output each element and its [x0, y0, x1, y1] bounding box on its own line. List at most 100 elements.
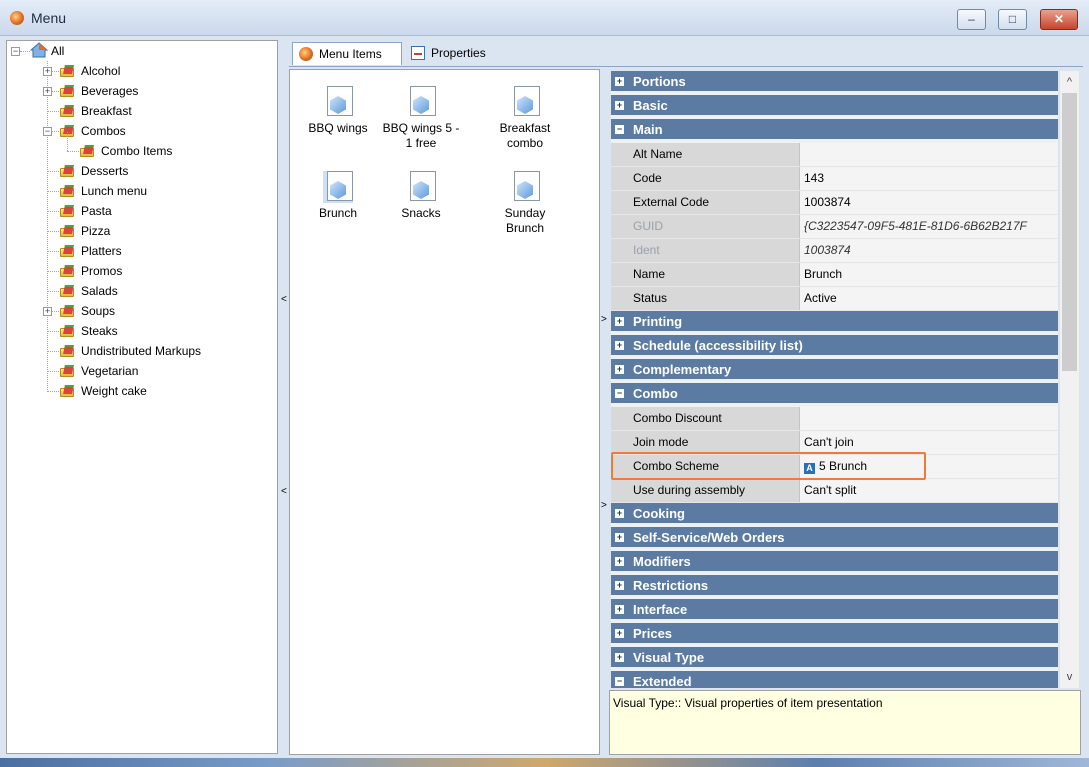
category-label: Portions [633, 74, 686, 89]
menu-item-tile[interactable]: BBQ wings [297, 86, 379, 136]
property-value[interactable]: Can't join [800, 431, 1058, 454]
property-value[interactable]: Brunch [800, 263, 1058, 286]
scroll-down-icon[interactable]: v [1060, 668, 1079, 686]
property-value[interactable]: 1003874 [800, 191, 1058, 214]
property-row[interactable]: External Code 1003874 [611, 191, 1058, 215]
tree-item-label: Combos [81, 124, 126, 138]
category-self-service[interactable]: + Self-Service/Web Orders [611, 527, 1058, 549]
expand-icon[interactable]: + [43, 307, 52, 316]
tree-item[interactable]: + Alcohol [7, 62, 269, 80]
property-value[interactable]: 143 [800, 167, 1058, 190]
category-interface[interactable]: + Interface [611, 599, 1058, 621]
category-tree: − All + Alcohol + Beverages Breakfast − Combos… [6, 40, 278, 754]
expand-icon[interactable]: + [615, 365, 624, 374]
property-row[interactable]: Combo Discount [611, 407, 1058, 431]
maximize-button[interactable]: □ [998, 9, 1027, 30]
property-value[interactable] [800, 407, 1058, 430]
menu-item-tile[interactable]: Sunday Brunch [484, 171, 566, 236]
tree-item-label: Soups [81, 304, 116, 318]
tree-item[interactable]: Steaks [7, 322, 269, 340]
category-prices[interactable]: + Prices [611, 623, 1058, 645]
property-grid: + Portions + Basic − Main Alt Name Code 143 Exter… [611, 71, 1058, 688]
menu-item-icon [406, 86, 436, 118]
collapse-left-grip[interactable]: < [281, 294, 287, 305]
tree-item[interactable]: Combo Items [7, 132, 269, 160]
expand-icon[interactable]: + [615, 341, 624, 350]
tree-item[interactable]: Promos [7, 262, 269, 280]
category-combo[interactable]: − Combo [611, 383, 1058, 405]
tree-item[interactable]: Vegetarian [7, 362, 269, 380]
tree-item[interactable]: Lunch menu [7, 182, 269, 200]
expand-icon[interactable]: + [615, 557, 624, 566]
menu-item-tile[interactable]: Snacks [380, 171, 462, 221]
close-button[interactable]: ✕ [1040, 9, 1078, 30]
expand-icon[interactable]: + [615, 605, 624, 614]
property-row[interactable]: Status Active [611, 287, 1058, 311]
property-row[interactable]: Use during assembly Can't split [611, 479, 1058, 503]
expand-icon[interactable]: + [615, 77, 624, 86]
menu-item-tile[interactable]: Breakfast combo [484, 86, 566, 151]
property-value[interactable]: Can't split [800, 479, 1058, 502]
tree-item[interactable]: − Combos [7, 122, 269, 140]
property-row[interactable]: GUID {C3223547-09F5-481E-81D6-6B62B217F [611, 215, 1058, 239]
property-value[interactable] [800, 143, 1058, 166]
tree-item[interactable]: Undistributed Markups [7, 342, 269, 360]
expand-right-grip[interactable]: > [601, 314, 607, 325]
property-row[interactable]: Ident 1003874 [611, 239, 1058, 263]
category-extended[interactable]: − Extended [611, 671, 1058, 688]
expand-icon[interactable]: + [615, 509, 624, 518]
category-modifiers[interactable]: + Modifiers [611, 551, 1058, 573]
tree-item[interactable]: Weight cake [7, 382, 269, 400]
category-label: Modifiers [633, 554, 691, 569]
category-visual-type[interactable]: + Visual Type [611, 647, 1058, 669]
scroll-up-icon[interactable]: ^ [1060, 73, 1079, 91]
expand-icon[interactable]: + [615, 533, 624, 542]
tree-item[interactable]: Platters [7, 242, 269, 260]
tab-properties[interactable]: Properties [405, 42, 505, 65]
property-row[interactable]: Name Brunch [611, 263, 1058, 287]
tree-item[interactable]: Salads [7, 282, 269, 300]
category-cooking[interactable]: + Cooking [611, 503, 1058, 525]
expand-icon[interactable]: + [615, 581, 624, 590]
category-label: Printing [633, 314, 683, 329]
category-basic[interactable]: + Basic [611, 95, 1058, 117]
title-bar: Menu – □ ✕ [0, 0, 1089, 36]
category-schedule[interactable]: + Schedule (accessibility list) [611, 335, 1058, 357]
tree-item[interactable]: Pizza [7, 222, 269, 240]
tree-item[interactable]: + Beverages [7, 82, 269, 100]
tree-item[interactable]: Desserts [7, 162, 269, 180]
collapse-icon[interactable]: − [11, 47, 20, 56]
collapse-icon[interactable]: − [43, 127, 52, 136]
collapse-icon[interactable]: − [615, 125, 624, 134]
menu-item-tile[interactable]: BBQ wings 5 - 1 free [380, 86, 462, 151]
menu-item-tile[interactable]: Brunch [297, 171, 379, 221]
expand-right-grip-2[interactable]: > [601, 500, 607, 511]
property-scrollbar[interactable]: ^ v [1060, 71, 1079, 688]
scroll-thumb[interactable] [1062, 93, 1077, 371]
property-name: GUID [611, 215, 800, 238]
category-main[interactable]: − Main [611, 119, 1058, 141]
collapse-left-grip-2[interactable]: < [281, 486, 287, 497]
category-label: Restrictions [633, 578, 709, 593]
expand-icon[interactable]: + [615, 653, 624, 662]
expand-icon[interactable]: + [43, 67, 52, 76]
expand-icon[interactable]: + [615, 629, 624, 638]
expand-icon[interactable]: + [43, 87, 52, 96]
property-row[interactable]: Code 143 [611, 167, 1058, 191]
category-printing[interactable]: + Printing [611, 311, 1058, 333]
category-restrictions[interactable]: + Restrictions [611, 575, 1058, 597]
expand-icon[interactable]: + [615, 101, 624, 110]
expand-icon[interactable]: + [615, 317, 624, 326]
collapse-icon[interactable]: − [615, 389, 624, 398]
tree-item[interactable]: + Soups [7, 302, 269, 320]
tree-root-all[interactable]: − All [7, 42, 267, 60]
tree-item[interactable]: Pasta [7, 202, 269, 220]
collapse-icon[interactable]: − [615, 677, 624, 686]
minimize-button[interactable]: – [957, 9, 986, 30]
category-complementary[interactable]: + Complementary [611, 359, 1058, 381]
category-portions[interactable]: + Portions [611, 71, 1058, 93]
property-value[interactable]: Active [800, 287, 1058, 310]
property-row[interactable]: Alt Name [611, 143, 1058, 167]
tab-menu-items[interactable]: Menu Items [292, 42, 402, 65]
tree-item[interactable]: Breakfast [7, 102, 269, 120]
